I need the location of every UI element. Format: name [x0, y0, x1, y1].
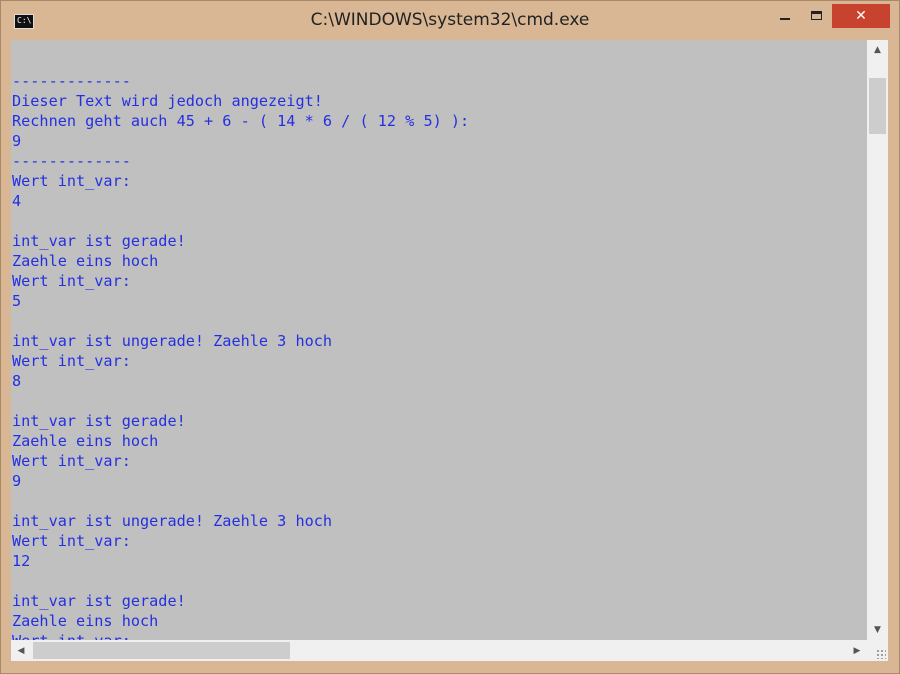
console-line: Dieser Text wird jedoch angezeigt!	[12, 92, 323, 110]
console-line: -------------	[12, 72, 131, 90]
maximize-icon	[810, 11, 822, 20]
console-line: 9	[12, 132, 22, 150]
minimize-icon	[780, 17, 790, 20]
console-line: int_var ist ungerade! Zaehle 3 hoch	[12, 512, 333, 530]
console-line: 8	[12, 372, 22, 390]
scroll-down-arrow-icon[interactable]: ▼	[867, 620, 888, 640]
console-line: 12	[12, 552, 31, 570]
close-icon: ✕	[855, 8, 867, 24]
title-bar[interactable]: C:\ C:\WINDOWS\system32\cmd.exe ✕	[1, 1, 899, 41]
console-line: 4	[12, 192, 22, 210]
console-line: 9	[12, 472, 22, 490]
window-title: C:\WINDOWS\system32\cmd.exe	[310, 10, 590, 30]
console-line: Wert int_var:	[12, 172, 131, 190]
close-button[interactable]: ✕	[832, 4, 890, 28]
console-line: Wert int_var:	[12, 272, 131, 290]
console-line: 5	[12, 292, 22, 310]
minimize-button[interactable]	[769, 4, 801, 27]
scroll-right-arrow-icon[interactable]: ▶	[847, 640, 867, 661]
scroll-left-arrow-icon[interactable]: ◀	[11, 640, 31, 661]
console-line: Wert int_var:	[12, 352, 131, 370]
console-line: Wert int_var:	[12, 532, 131, 550]
console-line: Zaehle eins hoch	[12, 252, 159, 270]
console-line: int_var ist ungerade! Zaehle 3 hoch	[12, 332, 333, 350]
console-line: Wert int_var:	[12, 631, 131, 640]
maximize-button[interactable]	[801, 4, 831, 27]
vertical-scrollbar[interactable]: ▲ ▼	[867, 40, 888, 640]
console-line: int_var ist gerade!	[12, 592, 186, 610]
horizontal-scroll-thumb[interactable]	[33, 642, 290, 659]
resize-grip-icon[interactable]	[876, 649, 886, 659]
console-line: int_var ist gerade!	[12, 232, 186, 250]
console-line: Zaehle eins hoch	[12, 612, 159, 630]
scroll-up-arrow-icon[interactable]: ▲	[867, 40, 888, 60]
horizontal-scrollbar[interactable]: ◀ ▶	[11, 640, 867, 661]
console-line: int_var ist gerade!	[12, 412, 186, 430]
resize-corner[interactable]	[867, 640, 888, 661]
console-line: Rechnen geht auch 45 + 6 - ( 14 * 6 / ( …	[12, 112, 470, 130]
console-output[interactable]: ------------- Dieser Text wird jedoch ang…	[11, 40, 867, 640]
vertical-scroll-thumb[interactable]	[869, 78, 886, 134]
console-line: Zaehle eins hoch	[12, 432, 159, 450]
console-line: -------------	[12, 152, 131, 170]
console-line: Wert int_var:	[12, 452, 131, 470]
